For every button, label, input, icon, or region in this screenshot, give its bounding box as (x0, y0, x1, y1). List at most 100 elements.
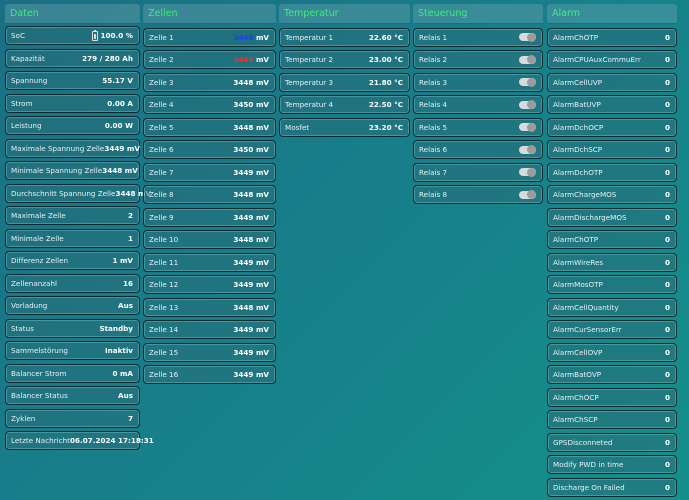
daten-row-label: SoC (11, 31, 25, 40)
alarm-row: AlarmDischargeMOS 0 (547, 207, 677, 227)
zellen-row: Zelle 12 3449 mV (143, 275, 276, 294)
steuerung-row[interactable]: Relais 4 (413, 95, 543, 114)
daten-row: Letzte Nachricht 06.07.2024 17:18:31 (5, 431, 154, 450)
alarm-row-label: AlarmCellUVP (553, 77, 603, 87)
zellen-row-value: 3448 mV (233, 123, 269, 132)
temperatur-row-label: Temperatur 1 (285, 32, 334, 42)
daten-row-label: Minimale Zelle (11, 233, 64, 243)
daten-row-value: 06.07.2024 17:18:31 (69, 436, 154, 445)
alarm-row-value: 0 (664, 482, 670, 492)
zellen-row: Zelle 11 3449 mV (143, 252, 276, 272)
column-title-zellen: Zellen (143, 4, 276, 24)
zellen-row: Zelle 14 3449 mV (143, 320, 276, 339)
zellen-row: Zelle 5 3448 mV (143, 117, 276, 137)
daten-row-label: Vorladung (11, 301, 48, 310)
zellen-row-value: 3448 mV (233, 235, 269, 244)
zellen-row: Zelle 13 3448 mV (143, 297, 276, 317)
steuerung-row[interactable]: Relais 8 (413, 185, 543, 204)
alarm-row-label: AlarmChOTP (553, 32, 599, 42)
alarm-row-label: AlarmCellQuantity (553, 302, 619, 312)
alarm-row: AlarmChargeMOS 0 (547, 185, 677, 204)
relay-toggle-switch[interactable] (519, 55, 536, 64)
cell-voltage-number: 3449 (233, 212, 254, 222)
relay-toggle-switch[interactable] (519, 77, 536, 87)
zellen-row-label: Zelle 11 (149, 257, 179, 267)
column-title-alarm: Alarm (547, 4, 677, 24)
alarm-row: AlarmCurSensorErr 0 (547, 320, 677, 339)
alarm-row: AlarmChOTP 0 (547, 27, 677, 47)
daten-row: Sammelstörung Inaktiv (5, 341, 140, 360)
daten-row-label: Durchschnitt Spannung Zelle (11, 188, 116, 198)
alarm-row-label: AlarmChOTP (553, 235, 599, 244)
zellen-row-label: Zelle 3 (149, 77, 174, 87)
zellen-row-label: Zelle 10 (149, 235, 179, 244)
toggle-knob (527, 100, 536, 109)
zellen-row-value: 3448 mV (233, 33, 269, 42)
relay-toggle-switch[interactable] (519, 122, 536, 132)
cell-voltage-unit: mV (255, 190, 269, 199)
alarm-row-value: 0 (664, 280, 670, 289)
steuerung-row[interactable]: Relais 5 (413, 117, 543, 137)
steuerung-row[interactable]: Relais 1 (413, 27, 543, 47)
daten-row-label: Status (11, 323, 34, 333)
steuerung-row[interactable]: Relais 2 (413, 50, 543, 69)
daten-row-value: 55.17 V (102, 76, 133, 85)
alarm-row-value: 0 (664, 370, 670, 379)
steuerung-row[interactable]: Relais 6 (413, 140, 543, 159)
cell-voltage-number: 3448 (233, 302, 254, 312)
daten-row: SoC 100.0 % (5, 26, 140, 45)
toggle-knob (527, 55, 536, 64)
daten-row-value: 100.0 % (91, 29, 133, 41)
alarm-row-label: AlarmCellOVP (553, 347, 603, 357)
zellen-row-value: 3449 mV (233, 213, 269, 222)
temperatur-row-label: Temperatur 3 (285, 77, 334, 87)
daten-row-value: 3449 mV (104, 143, 140, 153)
daten-row-value: 0.00 A (107, 98, 133, 108)
alarm-row: AlarmWireRes 0 (547, 252, 677, 272)
alarm-row: AlarmDchOTP 0 (547, 162, 677, 182)
temperatur-row-value: 22.50 °C (368, 100, 403, 109)
zellen-row-value: 3449 mV (233, 370, 269, 379)
column-alarm: Alarm AlarmChOTP 0 AlarmCPUAuxCommuErr 0 Ala… (547, 4, 677, 497)
daten-row: Minimale Spannung Zelle 3448 mV (5, 161, 140, 180)
steuerung-row-label: Relais 4 (419, 100, 448, 109)
relay-toggle-switch[interactable] (519, 100, 536, 109)
relay-toggle-switch[interactable] (519, 145, 536, 154)
alarm-row: AlarmCellOVP 0 (547, 342, 677, 362)
alarm-row-label: Modify PWD in time (553, 460, 624, 469)
daten-row: Maximale Spannung Zelle 3449 mV (5, 138, 140, 158)
alarm-row-value: 0 (664, 437, 670, 447)
cell-voltage-unit: mV (255, 257, 269, 267)
zellen-row: Zelle 6 3450 mV (143, 140, 276, 159)
cell-voltage-number: 3450 (233, 145, 254, 154)
alarm-row-label: AlarmWireRes (553, 257, 604, 267)
steuerung-row[interactable]: Relais 3 (413, 72, 543, 92)
alarm-row: AlarmChOCP 0 (547, 387, 677, 407)
zellen-row: Zelle 15 3449 mV (143, 342, 276, 362)
battery-icon (91, 29, 98, 41)
relay-toggle-switch[interactable] (519, 167, 536, 177)
zellen-row-value: 3448 mV (233, 303, 269, 312)
daten-row-label: Zellenanzahl (11, 278, 58, 288)
zellen-row-label: Zelle 12 (149, 280, 179, 289)
daten-row-label: Leistung (11, 121, 42, 130)
daten-row: Spannung 55.17 V (5, 71, 140, 90)
alarm-row: AlarmMosOTP 0 (547, 275, 677, 294)
zellen-row: Zelle 7 3449 mV (143, 162, 276, 182)
cell-voltage-number: 3449 (233, 280, 254, 289)
steuerung-row-label: Relais 2 (419, 55, 448, 64)
daten-row: Vorladung Aus (5, 296, 140, 315)
steuerung-row-label: Relais 6 (419, 145, 448, 154)
column-temperatur: Temperatur Temperatur 1 22.60 °C Temperatu… (279, 4, 410, 137)
zellen-row-value: 3449 mV (233, 280, 269, 289)
relay-toggle-switch[interactable] (519, 190, 536, 199)
steuerung-row[interactable]: Relais 7 (413, 162, 543, 182)
relay-toggle-switch[interactable] (519, 32, 536, 42)
cell-voltage-number: 3449 (233, 167, 254, 177)
alarm-row: AlarmDchOCP 0 (547, 117, 677, 137)
cell-voltage-unit: mV (255, 32, 269, 42)
column-title-temperatur: Temperatur (279, 4, 410, 24)
zellen-row-label: Zelle 5 (149, 122, 174, 132)
daten-row-label: Kapazität (11, 53, 45, 63)
temperatur-row-value: 22.60 °C (368, 32, 403, 42)
